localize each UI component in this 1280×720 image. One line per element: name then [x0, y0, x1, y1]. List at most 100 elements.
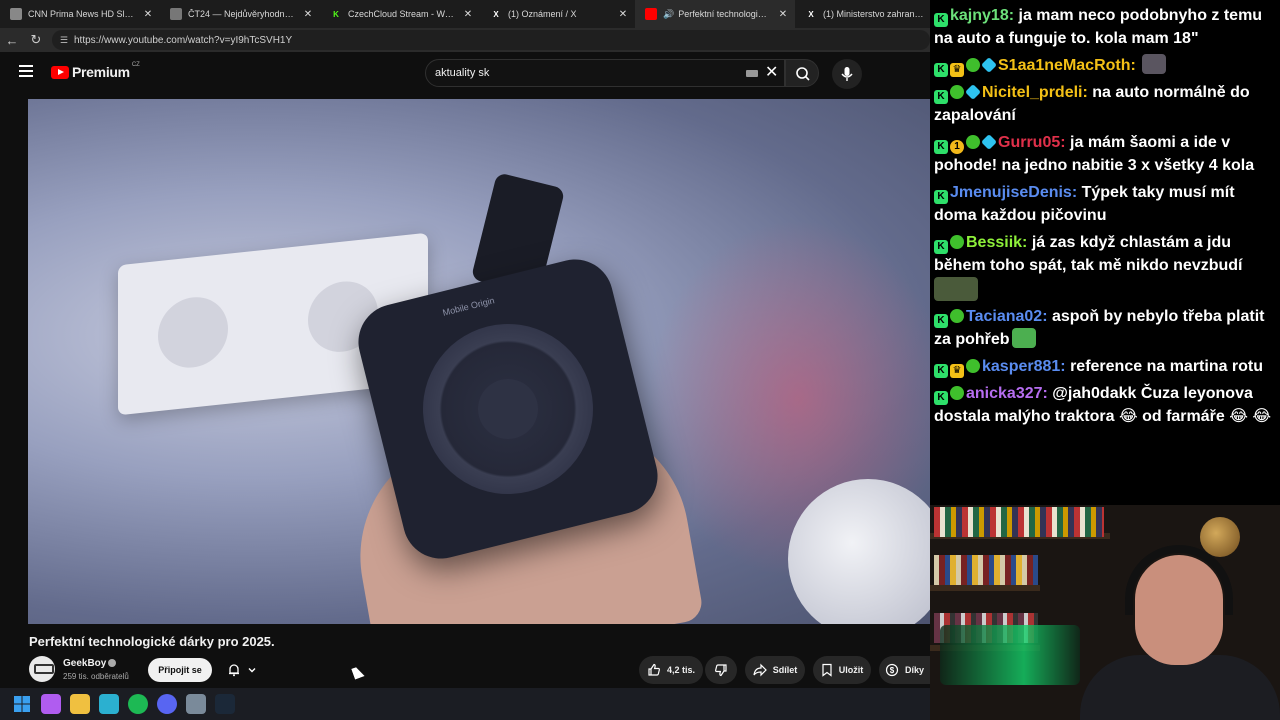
- search-input[interactable]: aktuality sk ✕: [425, 59, 785, 87]
- chat-username[interactable]: kajny18: [950, 7, 1009, 24]
- chat-username[interactable]: kasper881: [982, 358, 1060, 375]
- dislike-button[interactable]: [705, 656, 737, 684]
- url-field[interactable]: ☰ https://www.youtube.com/watch?v=yI9hTc…: [51, 30, 930, 50]
- browser-tab[interactable]: CNN Prima News HD Sledujte na ✕: [0, 0, 160, 28]
- close-tab-icon[interactable]: ✕: [142, 9, 154, 20]
- chat-message: Kkajny18: ja mam neco podobnyho z temu n…: [934, 4, 1276, 50]
- browser-tab[interactable]: K CzechCloud Stream - Watch Live o ✕: [320, 0, 480, 28]
- crown-badge-icon: ♛: [950, 364, 964, 378]
- save-button[interactable]: Uložit: [813, 656, 871, 684]
- chat-username[interactable]: anicka327: [966, 385, 1043, 402]
- close-tab-icon[interactable]: ✕: [302, 9, 314, 20]
- steam-icon[interactable]: [215, 694, 235, 714]
- site-info-icon[interactable]: ☰: [60, 35, 68, 46]
- chat-username[interactable]: Taciana02: [966, 308, 1042, 325]
- share-button[interactable]: Sdílet: [745, 656, 805, 684]
- discord-icon[interactable]: [157, 694, 177, 714]
- thumbs-up-icon: [648, 663, 660, 676]
- search-icon: [796, 67, 810, 81]
- thanks-button[interactable]: $ Díky: [879, 656, 930, 684]
- vip-badge-icon: [950, 386, 964, 400]
- close-tab-icon[interactable]: ✕: [617, 9, 629, 20]
- youtube-premium-logo[interactable]: Premium CZ: [51, 62, 140, 80]
- cube-badge-icon: [981, 57, 997, 73]
- file-explorer-icon[interactable]: [70, 694, 90, 714]
- green-light-panel: [940, 625, 1080, 685]
- thumbs-down-icon: [715, 664, 727, 677]
- chat-separator: :: [1022, 234, 1032, 251]
- search-button[interactable]: [785, 59, 819, 87]
- bookshelf: [930, 585, 1040, 591]
- chat-username[interactable]: Gurru05: [998, 134, 1060, 151]
- back-icon[interactable]: ←: [0, 33, 24, 48]
- k-badge-icon: K: [934, 314, 948, 328]
- chat-emote-icon: [1142, 54, 1167, 74]
- vip-badge-icon: [950, 309, 964, 323]
- share-icon: [753, 663, 767, 677]
- windows-start-icon[interactable]: [12, 694, 32, 714]
- logo-text: Premium: [72, 64, 130, 80]
- coin-badge-icon: 1: [950, 140, 964, 154]
- tab-title: CNN Prima News HD Sledujte na: [28, 9, 136, 19]
- x-icon: X: [493, 9, 499, 19]
- ct24-icon: [170, 8, 182, 20]
- chat-separator: :: [1130, 57, 1141, 74]
- vip-badge-icon: [950, 85, 964, 99]
- reload-icon[interactable]: ↻: [24, 32, 48, 48]
- chat-username[interactable]: Nicitel_prdeli: [982, 84, 1082, 101]
- close-tab-icon[interactable]: ✕: [462, 9, 474, 20]
- books: [934, 507, 1104, 537]
- spotify-icon[interactable]: [128, 694, 148, 714]
- chat-message: K ♛ kasper881: reference na martina rotu: [934, 355, 1276, 378]
- join-button[interactable]: Připojit se: [148, 658, 212, 682]
- chat-username[interactable]: S1aa1neMacRoth: [998, 57, 1131, 74]
- video-player[interactable]: Mobile Origin: [28, 99, 930, 624]
- chat-message: K Bessiik: já zas když chlastám a jdu běh…: [934, 231, 1276, 301]
- chat-separator: :: [1071, 184, 1082, 201]
- menu-icon[interactable]: [19, 65, 33, 77]
- tab-title: (1) Ministerstvo zahraničních v: [823, 9, 924, 19]
- video-meta-row: GeekBoy 259 tis. odběratelů Připojit se …: [0, 654, 930, 688]
- crown-badge-icon: ♛: [950, 63, 964, 77]
- like-button[interactable]: 4,2 tis.: [639, 656, 703, 684]
- k-badge-icon: K: [934, 364, 948, 378]
- vip-badge-icon: [966, 135, 980, 149]
- globe-decoration: [1200, 517, 1240, 557]
- chat-separator: :: [1008, 7, 1019, 24]
- keyboard-icon[interactable]: [746, 70, 758, 77]
- chat-message: K ♛ S1aa1neMacRoth:: [934, 54, 1276, 77]
- stream-chat: Kkajny18: ja mam neco podobnyho z temu n…: [930, 0, 1280, 505]
- chat-username[interactable]: JmenujiseDenis: [950, 184, 1072, 201]
- youtube-icon: [645, 8, 657, 20]
- calculator-icon[interactable]: [186, 694, 206, 714]
- speaker-icon[interactable]: 🔊: [663, 9, 674, 20]
- browser-tab[interactable]: X (1) Ministerstvo zahraničních v: [795, 0, 930, 28]
- browser-tab[interactable]: X (1) Oznámení / X ✕: [480, 0, 635, 28]
- clear-search-icon[interactable]: ✕: [765, 64, 778, 82]
- channel-avatar[interactable]: [29, 656, 55, 682]
- microphone-icon: [841, 67, 853, 81]
- voice-search-button[interactable]: [832, 59, 862, 89]
- notification-bell-button[interactable]: [218, 658, 266, 682]
- browser-tab[interactable]: 🔊 Perfektní technologické dárky ✕: [635, 0, 795, 28]
- chat-message: Kanicka327: @jah0dakk Čuza leyonova dost…: [934, 382, 1276, 428]
- share-label: Sdílet: [772, 665, 798, 675]
- channel-name[interactable]: GeekBoy: [63, 658, 106, 669]
- edge-icon[interactable]: [99, 694, 119, 714]
- like-count: 4,2 tis.: [666, 665, 695, 675]
- country-code: CZ: [131, 62, 140, 68]
- chat-message: K Taciana02: aspoň by nebylo třeba platit…: [934, 305, 1276, 351]
- chat-separator: :: [1042, 308, 1052, 325]
- browser-tab[interactable]: ČT24 — Nejdůvěryhodnější zpravo ✕: [160, 0, 320, 28]
- vip-badge-icon: [966, 58, 980, 72]
- k-badge-icon: K: [934, 391, 948, 405]
- youtube-play-icon: [51, 65, 69, 79]
- webcam-feed: [930, 505, 1280, 720]
- k-badge-icon: K: [934, 90, 948, 104]
- books: [934, 555, 1038, 585]
- copilot-icon[interactable]: [41, 694, 61, 714]
- cube-badge-icon: [965, 84, 981, 100]
- device-brand-print: Mobile Origin: [441, 295, 496, 318]
- close-tab-icon[interactable]: ✕: [777, 9, 789, 20]
- chat-username[interactable]: Bessiik: [966, 234, 1022, 251]
